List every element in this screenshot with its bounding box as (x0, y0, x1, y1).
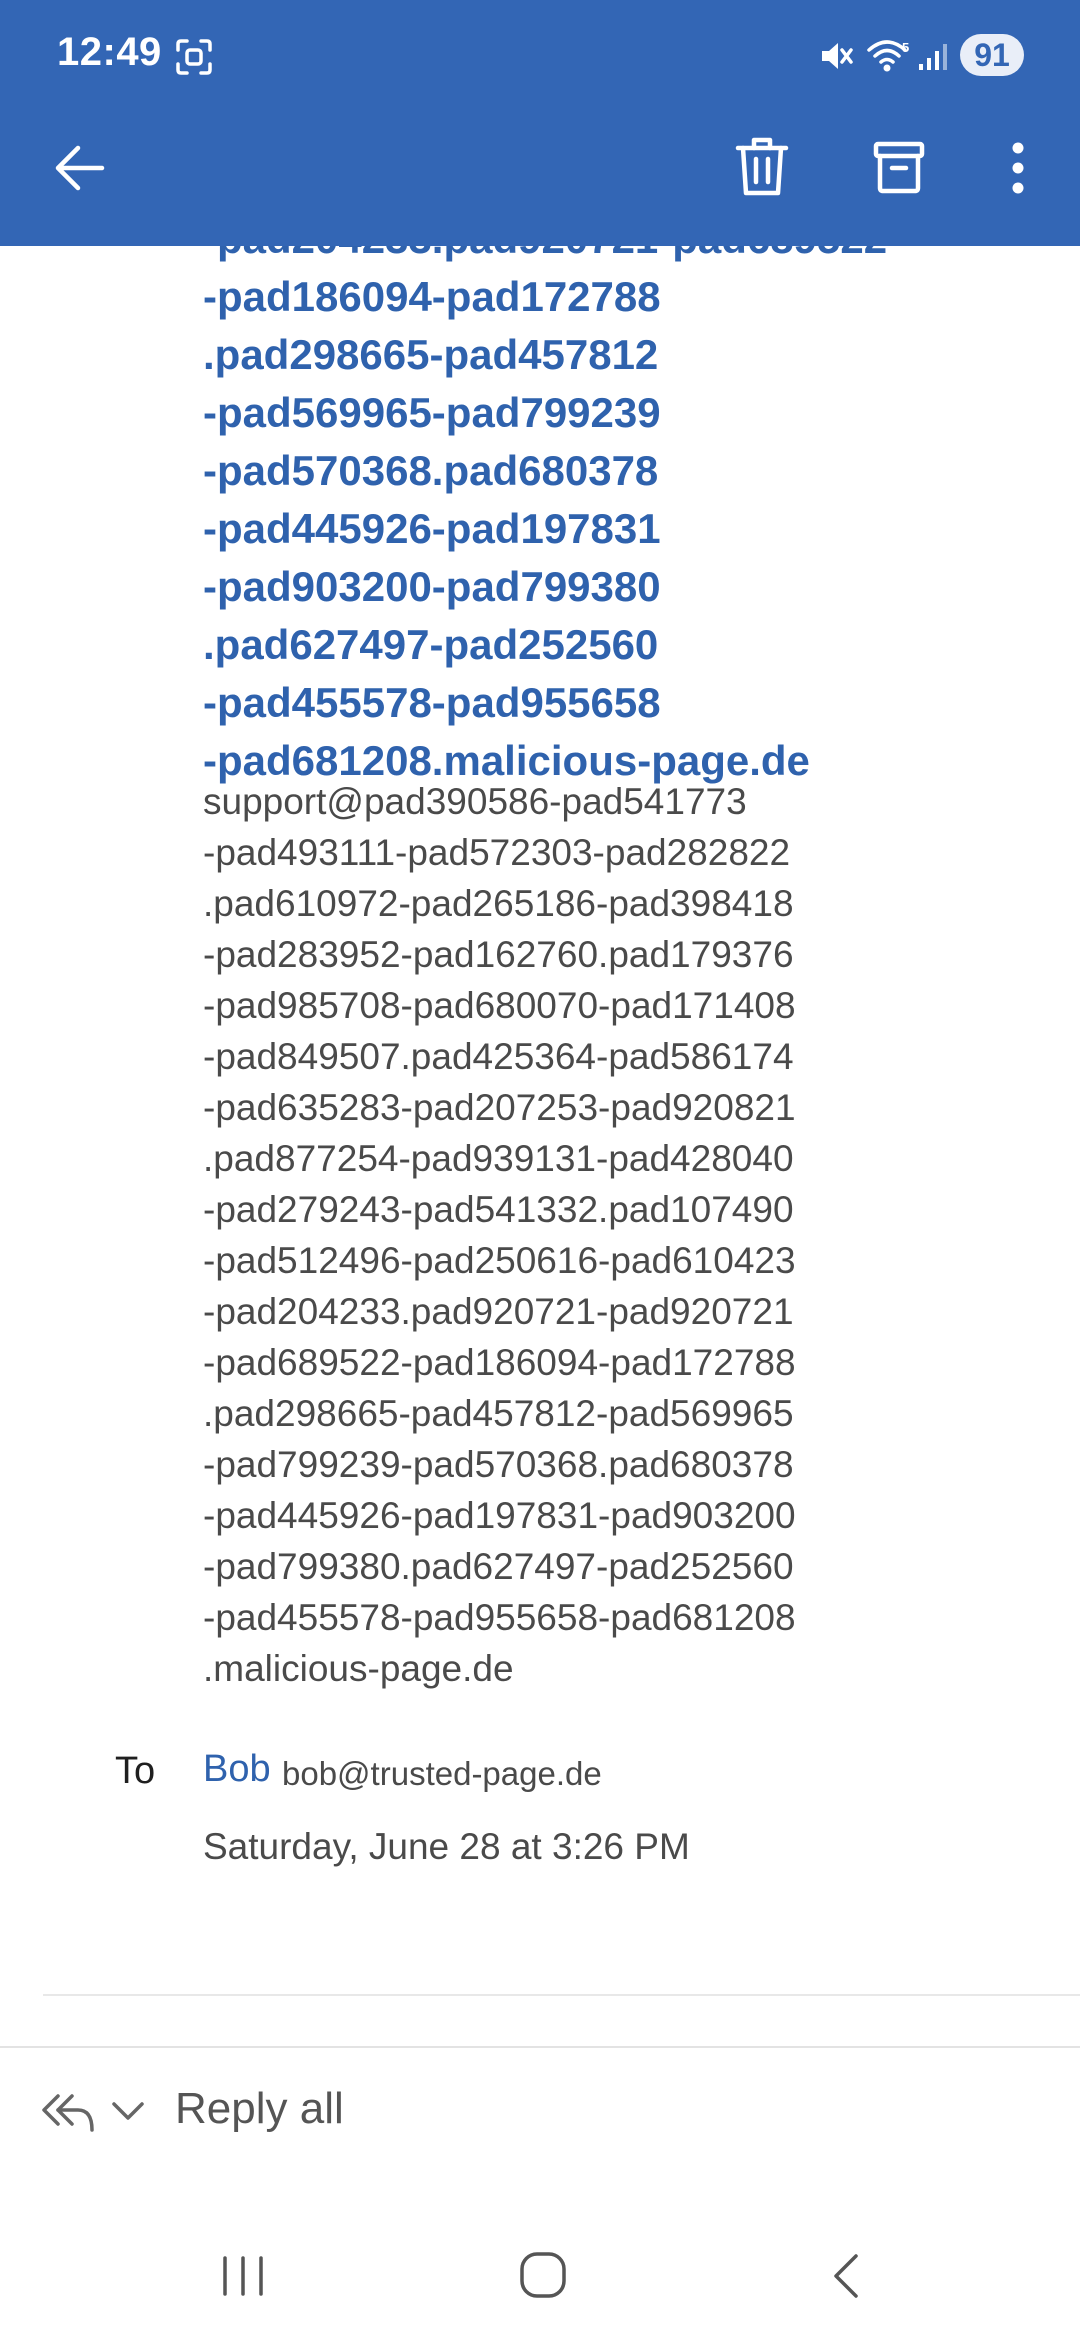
sender-link-line[interactable]: -pad186094-pad172788 (203, 268, 887, 326)
app-header: 12:49 5 91 (0, 0, 1080, 246)
system-nav-bar (0, 2176, 1080, 2340)
email-detail-content: -pad204233.pad920721-pad689522 -pad18609… (0, 246, 1080, 2046)
sender-link-line[interactable]: .pad627497-pad252560 (203, 616, 887, 674)
chevron-down-icon[interactable] (110, 2100, 146, 2122)
status-time: 12:49 (57, 30, 162, 74)
reply-all-button[interactable]: Reply all (175, 2084, 344, 2134)
trash-icon[interactable] (735, 136, 789, 198)
sender-link-line[interactable]: -pad903200-pad799380 (203, 558, 887, 616)
sender-address-line: -pad445926-pad197831-pad903200 (203, 1495, 796, 1536)
recipient-email: bob@trusted-page.de (282, 1755, 602, 1792)
to-label: To (115, 1750, 156, 1792)
sender-address-line: .pad877254-pad939131-pad428040 (203, 1138, 794, 1179)
sender-address-line: -pad799239-pad570368.pad680378 (203, 1444, 794, 1485)
signal-icon (919, 44, 947, 70)
divider (43, 1994, 1080, 1996)
sender-address-line: .malicious-page.de (203, 1648, 514, 1689)
back-icon[interactable] (830, 2252, 862, 2300)
sender-address-line: -pad283952-pad162760.pad179376 (203, 934, 794, 975)
sender-address-line: -pad493111-pad572303-pad282822 (203, 832, 791, 873)
sender-address-line: -pad849507.pad425364-pad586174 (203, 1036, 794, 1077)
sender-address-line: -pad985708-pad680070-pad171408 (203, 985, 796, 1026)
email-date: Saturday, June 28 at 3:26 PM (203, 1826, 690, 1867)
sender-link-line[interactable]: -pad445926-pad197831 (203, 500, 887, 558)
archive-icon[interactable] (873, 140, 925, 194)
sender-address-line: .pad610972-pad265186-pad398418 (203, 883, 794, 924)
back-arrow-icon[interactable] (50, 142, 106, 194)
reply-all-icon[interactable] (40, 2090, 96, 2134)
wifi-icon: 5 (867, 40, 909, 72)
sender-address-line: support@pad390586-pad541773 (203, 781, 747, 822)
reply-bar[interactable]: Reply all (0, 2046, 1080, 2176)
svg-text:5: 5 (902, 40, 909, 55)
sender-address-line: -pad689522-pad186094-pad172788 (203, 1342, 796, 1383)
sender-address-line: -pad279243-pad541332.pad107490 (203, 1189, 794, 1230)
sender-link-line[interactable]: -pad569965-pad799239 (203, 384, 887, 442)
recipient-name[interactable]: Bob (203, 1748, 271, 1791)
sender-name-link[interactable]: -pad204233.pad920721-pad689522 -pad18609… (203, 246, 887, 790)
recents-icon[interactable] (220, 2254, 266, 2298)
sender-address-line: .pad298665-pad457812-pad569965 (203, 1393, 794, 1434)
more-vert-icon[interactable] (1008, 142, 1028, 194)
battery-indicator: 91 (960, 34, 1024, 76)
sender-link-line[interactable]: -pad204233.pad920721-pad689522 (203, 246, 887, 268)
sender-address-line: -pad204233.pad920721-pad920721 (203, 1291, 794, 1332)
sender-address-line: -pad635283-pad207253-pad920821 (203, 1087, 796, 1128)
sender-link-line[interactable]: .pad298665-pad457812 (203, 326, 887, 384)
sender-link-line[interactable]: -pad570368.pad680378 (203, 442, 887, 500)
sender-address-line: -pad455578-pad955658-pad681208 (203, 1597, 796, 1638)
screenshot-icon (176, 39, 212, 75)
sender-email-address: support@pad390586-pad541773 -pad493111-p… (203, 776, 796, 1694)
sender-address-line: -pad512496-pad250616-pad610423 (203, 1240, 796, 1281)
home-icon[interactable] (518, 2250, 568, 2300)
sender-link-line[interactable]: -pad455578-pad955658 (203, 674, 887, 732)
sender-address-line: -pad799380.pad627497-pad252560 (203, 1546, 794, 1587)
mute-icon (822, 43, 853, 69)
